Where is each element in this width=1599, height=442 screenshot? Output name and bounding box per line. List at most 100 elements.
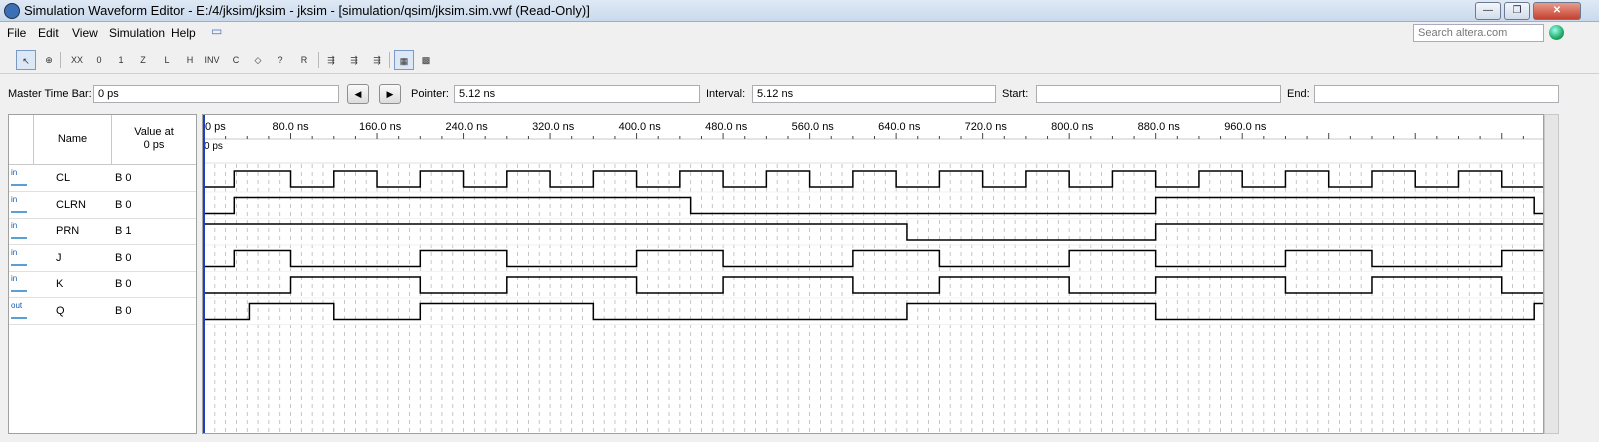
minimize-button[interactable]: — bbox=[1475, 2, 1501, 20]
signal-name[interactable]: CL bbox=[56, 172, 70, 184]
force-unknown-icon[interactable]: XX bbox=[67, 50, 87, 70]
waveform-trace bbox=[204, 249, 1543, 268]
search-input[interactable]: Search altera.com bbox=[1413, 24, 1544, 42]
ruler-tick-label: 960.0 ns bbox=[1224, 121, 1267, 133]
waveform-canvas[interactable]: 0 ps 80.0 ns 160.0 ns 240.0 ns 320.0 ns 400.0… bbox=[203, 115, 1544, 434]
signal-name[interactable]: PRN bbox=[56, 225, 79, 237]
signal-value: B 1 bbox=[115, 225, 132, 237]
selection-tool-icon[interactable]: ↖ bbox=[16, 50, 36, 70]
overwrite-clock-icon[interactable]: ◇ bbox=[248, 50, 268, 70]
pin-direction-label: in bbox=[11, 168, 18, 177]
ruler-tick-label: 640.0 ns bbox=[878, 121, 921, 133]
random-value-icon[interactable]: ? bbox=[270, 50, 290, 70]
value-column-header[interactable]: Value at 0 ps bbox=[112, 115, 196, 164]
ruler-tick-label: 240.0 ns bbox=[446, 121, 489, 133]
close-button[interactable]: ✕ bbox=[1533, 2, 1581, 20]
ruler-tick-label: 720.0 ns bbox=[965, 121, 1008, 133]
pin-direction-label: in bbox=[11, 274, 18, 283]
ruler-tick-label: 80.0 ns bbox=[273, 121, 310, 133]
input-pin-icon: in bbox=[11, 169, 31, 186]
next-transition-button[interactable]: ▶ bbox=[379, 84, 401, 104]
pointer-label: Pointer: bbox=[411, 88, 449, 100]
signal-name[interactable]: CLRN bbox=[56, 199, 86, 211]
waveform-trace bbox=[204, 223, 1543, 241]
input-pin-icon: in bbox=[11, 247, 31, 266]
toolbar-separator bbox=[318, 52, 319, 68]
value-header-line2: 0 ps bbox=[143, 139, 165, 151]
signal-value: B 0 bbox=[115, 278, 132, 290]
restore-button[interactable]: ❐ bbox=[1504, 2, 1530, 20]
master-time-bar-field[interactable]: 0 ps bbox=[93, 85, 339, 103]
signal-row[interactable]: in CLRN B 0 bbox=[9, 192, 196, 219]
previous-transition-button[interactable]: ◀ bbox=[347, 84, 369, 104]
name-column-header[interactable]: Name bbox=[34, 115, 112, 164]
force-high-impedance-icon[interactable]: Z bbox=[133, 50, 153, 70]
signal-name[interactable]: K bbox=[56, 278, 63, 290]
feedback-icon[interactable]: ▭ bbox=[211, 24, 222, 38]
waveform-trace bbox=[204, 170, 1543, 188]
cursor-time-label: 0 ps bbox=[204, 141, 223, 152]
snap-to-grid-icon[interactable]: ▦ bbox=[394, 50, 414, 70]
signal-value: B 0 bbox=[115, 304, 132, 317]
master-time-bar-label: Master Time Bar: bbox=[8, 88, 92, 100]
start-field[interactable] bbox=[1036, 85, 1281, 103]
signal-row[interactable]: in J B 0 bbox=[9, 245, 196, 272]
waveform-trace bbox=[204, 302, 1543, 321]
signal-name[interactable]: J bbox=[56, 252, 62, 264]
signal-list-header: Name Value at 0 ps bbox=[9, 115, 196, 165]
menu-simulation[interactable]: Simulation bbox=[109, 26, 165, 40]
vertical-scrollbar[interactable] bbox=[1544, 114, 1559, 434]
grid-settings-icon[interactable]: ▩ bbox=[416, 50, 436, 70]
input-pin-icon: in bbox=[11, 195, 31, 213]
ruler-tick-label: 160.0 ns bbox=[359, 121, 402, 133]
globe-icon[interactable] bbox=[1549, 25, 1564, 40]
arbitrary-value-icon[interactable]: R bbox=[294, 50, 314, 70]
end-field[interactable] bbox=[1314, 85, 1559, 103]
ruler-zero-label: 0 ps bbox=[205, 121, 226, 133]
start-label: Start: bbox=[1002, 88, 1029, 100]
input-pin-icon: in bbox=[11, 222, 31, 239]
title-bar: Simulation Waveform Editor - E:/4/jksim/… bbox=[0, 0, 1599, 22]
menu-edit[interactable]: Edit bbox=[38, 26, 59, 40]
app-icon bbox=[4, 3, 20, 19]
ruler-tick-label: 400.0 ns bbox=[619, 121, 662, 133]
force-weak-low-icon[interactable]: L bbox=[157, 50, 177, 70]
signal-row[interactable]: in K B 0 bbox=[9, 271, 196, 298]
signal-value: B 0 bbox=[115, 172, 132, 184]
zoom-tool-icon[interactable]: ⊕ bbox=[39, 50, 59, 70]
menu-file[interactable]: File bbox=[7, 26, 26, 40]
toolbar-separator bbox=[389, 52, 390, 68]
count-value-icon[interactable]: C bbox=[226, 50, 246, 70]
signal-row[interactable]: in PRN B 1 bbox=[9, 218, 196, 245]
interval-field[interactable]: 5.12 ns bbox=[752, 85, 996, 103]
signal-list-panel: Name Value at 0 ps in CL B 0 in CLRN B 0 in PRN… bbox=[8, 114, 197, 434]
force-weak-high-icon[interactable]: H bbox=[180, 50, 200, 70]
value-header-line1: Value at bbox=[134, 126, 174, 138]
force-low-icon[interactable]: 0 bbox=[89, 50, 109, 70]
menu-view[interactable]: View bbox=[72, 26, 98, 40]
ruler-tick-label: 800.0 ns bbox=[1051, 121, 1094, 133]
run-functional-simulation-icon[interactable]: ⇶ bbox=[321, 50, 341, 70]
ruler-tick-label: 320.0 ns bbox=[532, 121, 575, 133]
pointer-field[interactable]: 5.12 ns bbox=[454, 85, 700, 103]
end-label: End: bbox=[1287, 88, 1310, 100]
signal-row[interactable]: in CL B 0 bbox=[9, 165, 196, 192]
invert-icon[interactable]: INV bbox=[202, 50, 222, 70]
waveform-trace bbox=[204, 276, 1543, 294]
time-bar: Master Time Bar: 0 ps ◀ ▶ Pointer: 5.12 … bbox=[0, 80, 1599, 108]
input-pin-icon: in bbox=[11, 275, 31, 292]
signal-value: B 0 bbox=[115, 198, 132, 211]
output-pin-icon: out bbox=[11, 300, 31, 319]
ruler-tick-label: 880.0 ns bbox=[1138, 121, 1181, 133]
force-high-icon[interactable]: 1 bbox=[111, 50, 131, 70]
waveform-panel[interactable]: 0 ps 80.0 ns 160.0 ns 240.0 ns 320.0 ns 400.0… bbox=[202, 114, 1544, 434]
menu-help[interactable]: Help bbox=[171, 26, 196, 40]
run-timing-simulation-icon[interactable]: ⇶ bbox=[344, 50, 364, 70]
generate-netlist-icon[interactable]: ⇶ bbox=[367, 50, 387, 70]
signal-name[interactable]: Q bbox=[56, 305, 65, 317]
pin-direction-label: in bbox=[11, 247, 18, 257]
signal-row[interactable]: out Q B 0 bbox=[9, 298, 196, 325]
window-title: Simulation Waveform Editor - E:/4/jksim/… bbox=[24, 3, 590, 18]
pin-direction-label: out bbox=[11, 300, 23, 310]
interval-label: Interval: bbox=[706, 88, 746, 100]
